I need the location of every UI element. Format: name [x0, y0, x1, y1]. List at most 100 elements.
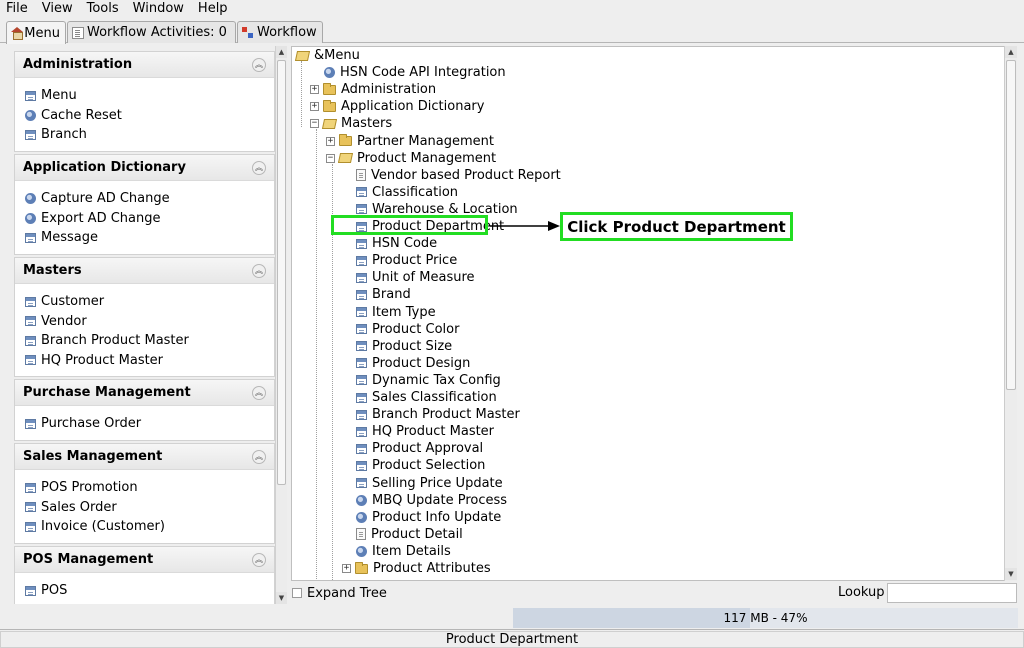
collapse-icon[interactable]: ︽ [252, 57, 266, 72]
workflow-icon [242, 26, 254, 39]
tree-node-masters[interactable]: − Masters [310, 115, 392, 132]
section-application-dictionary: Application Dictionary ︽ Capture AD Change… [14, 154, 275, 255]
favorite-item-pos-promotion[interactable]: POS Promotion [15, 478, 274, 498]
expand-tree-toggle[interactable]: Expand Tree [292, 584, 387, 602]
tree-scrollbar[interactable]: ▲ ▼ [1004, 46, 1017, 581]
menu-view[interactable]: View [35, 0, 80, 18]
tree-node-branch-product-master[interactable]: Branch Product Master [342, 406, 520, 423]
favorite-item-branch-product-master[interactable]: Branch Product Master [15, 331, 274, 351]
section-header[interactable]: Sales Management ︽ [15, 444, 274, 470]
expand-icon[interactable]: + [310, 102, 319, 112]
tree-node-product-approval[interactable]: Product Approval [342, 440, 483, 457]
tree-node-administration[interactable]: + Administration [310, 81, 436, 98]
tree-scroll-thumb[interactable] [1006, 60, 1016, 390]
section-header[interactable]: POS Management ︽ [15, 547, 274, 573]
tree-node-andmenu[interactable]: &Menu [294, 47, 360, 64]
expand-icon[interactable]: + [342, 564, 351, 573]
tree-scroll-down-icon[interactable]: ▼ [1005, 568, 1017, 580]
tree-node-vendor-based-product-report[interactable]: Vendor based Product Report [342, 167, 561, 184]
section-header[interactable]: Application Dictionary ︽ [15, 155, 274, 181]
collapse-icon[interactable]: ︽ [252, 385, 266, 400]
favorite-item-pos[interactable]: POS [15, 581, 274, 601]
tab-workflow[interactable]: Workflow [237, 21, 323, 43]
tree-node-sales-classification[interactable]: Sales Classification [342, 389, 497, 406]
collapse-node-icon[interactable]: − [310, 119, 319, 129]
menu-file[interactable]: File [0, 0, 35, 18]
tree-scroll-up-icon[interactable]: ▲ [1005, 46, 1017, 58]
favorite-item-menu[interactable]: Menu [15, 86, 274, 106]
tree-node-brand[interactable]: Brand [342, 286, 411, 303]
scroll-up-icon[interactable]: ▲ [276, 46, 287, 58]
menu-window[interactable]: Window [126, 0, 191, 18]
favorite-item-vendor[interactable]: Vendor [15, 312, 274, 332]
tree-node-partner-management[interactable]: + Partner Management [326, 133, 494, 150]
window-icon [356, 255, 367, 266]
expand-icon[interactable]: + [326, 136, 335, 146]
tree-node-application-dictionary[interactable]: + Application Dictionary [310, 98, 484, 115]
tree-node-hsn-code-api-integration[interactable]: HSN Code API Integration [310, 64, 506, 81]
tree-node-label: Product Design [372, 355, 471, 371]
tree-node-product-selection[interactable]: Product Selection [342, 457, 485, 474]
tab-menu[interactable]: Menu [6, 21, 66, 44]
collapse-icon[interactable]: ︽ [252, 263, 266, 278]
section-header[interactable]: Purchase Management ︽ [15, 380, 274, 406]
favorite-item-pos-terminal[interactable]: POS Terminal [15, 601, 274, 604]
favorite-item-capture-ad-change[interactable]: Capture AD Change [15, 189, 274, 209]
tree-node-classification[interactable]: Classification [342, 184, 458, 201]
favorite-item-message[interactable]: Message [15, 228, 274, 248]
tree-node-mbq-update-process[interactable]: MBQ Update Process [342, 492, 507, 509]
tree-node-product-design[interactable]: Product Design [342, 355, 470, 372]
tree-node-label: Masters [341, 116, 393, 132]
section-title: Sales Management [23, 449, 163, 464]
tree-node-item-details[interactable]: Item Details [342, 543, 451, 560]
tab-workflow-label: Workflow [257, 25, 317, 40]
favorite-item-branch[interactable]: Branch [15, 125, 274, 145]
lookup-input[interactable] [887, 583, 1017, 603]
tree-node-hsn-code[interactable]: HSN Code [342, 235, 437, 252]
tree-node-dynamic-tax-config[interactable]: Dynamic Tax Config [342, 372, 501, 389]
favorite-item-export-ad-change[interactable]: Export AD Change [15, 209, 274, 229]
left-scrollbar[interactable]: ▲ ▼ [275, 46, 287, 604]
collapse-icon[interactable]: ︽ [252, 449, 266, 464]
tree-node-product-size[interactable]: Product Size [342, 338, 452, 355]
favorite-item-label: Customer [41, 294, 105, 310]
process-icon [25, 193, 36, 205]
process-icon [25, 212, 36, 224]
tree-node-label: Item Details [372, 543, 451, 559]
tree-node-label: Branch Product Master [372, 407, 520, 423]
tree-node-product-detail[interactable]: Product Detail [342, 526, 463, 543]
left-scroll-thumb[interactable] [277, 60, 286, 485]
collapse-node-icon[interactable]: − [326, 153, 335, 163]
collapse-icon[interactable]: ︽ [252, 552, 266, 567]
tree-node-product-management[interactable]: − Product Management [326, 150, 496, 167]
tree-node-product-price[interactable]: Product Price [342, 252, 457, 269]
favorite-item-cache-reset[interactable]: Cache Reset [15, 106, 274, 126]
expand-icon[interactable]: + [310, 85, 319, 95]
expand-tree-checkbox[interactable] [292, 588, 302, 598]
section-header[interactable]: Administration ︽ [15, 52, 274, 78]
memory-indicator[interactable]: 117 MB - 47% [513, 608, 1018, 628]
tree-node-product-attributes[interactable]: + Product Attributes [342, 560, 491, 577]
tree-node-item-type[interactable]: Item Type [342, 304, 436, 321]
tree-node-selling-price-update[interactable]: Selling Price Update [342, 475, 503, 492]
favorite-item-purchase-order[interactable]: Purchase Order [15, 414, 274, 434]
favorite-item-invoice-customer[interactable]: Invoice (Customer) [15, 517, 274, 537]
collapse-icon[interactable]: ︽ [252, 160, 266, 175]
tree-node-hq-product-master[interactable]: HQ Product Master [342, 423, 494, 440]
menu-help[interactable]: Help [191, 0, 235, 18]
tab-workflow-activities[interactable]: Workflow Activities: 0 [67, 21, 236, 43]
window-icon [25, 521, 36, 532]
section-header[interactable]: Masters ︽ [15, 258, 274, 284]
favorite-item-customer[interactable]: Customer [15, 292, 274, 312]
tree-node-product-info-update[interactable]: Product Info Update [342, 509, 501, 526]
favorite-item-sales-order[interactable]: Sales Order [15, 498, 274, 518]
tree-node-unit-of-measure[interactable]: Unit of Measure [342, 269, 475, 286]
expand-tree-label: Expand Tree [307, 585, 387, 601]
menu-tree[interactable]: &Menu HSN Code API Integration + Administra… [291, 46, 1005, 581]
tree-node-product-color[interactable]: Product Color [342, 321, 459, 338]
favorite-item-label: Invoice (Customer) [41, 519, 165, 535]
favorite-item-label: Export AD Change [41, 210, 161, 226]
favorite-item-hq-product-master[interactable]: HQ Product Master [15, 351, 274, 371]
menu-tools[interactable]: Tools [80, 0, 126, 18]
scroll-down-icon[interactable]: ▼ [276, 592, 287, 604]
